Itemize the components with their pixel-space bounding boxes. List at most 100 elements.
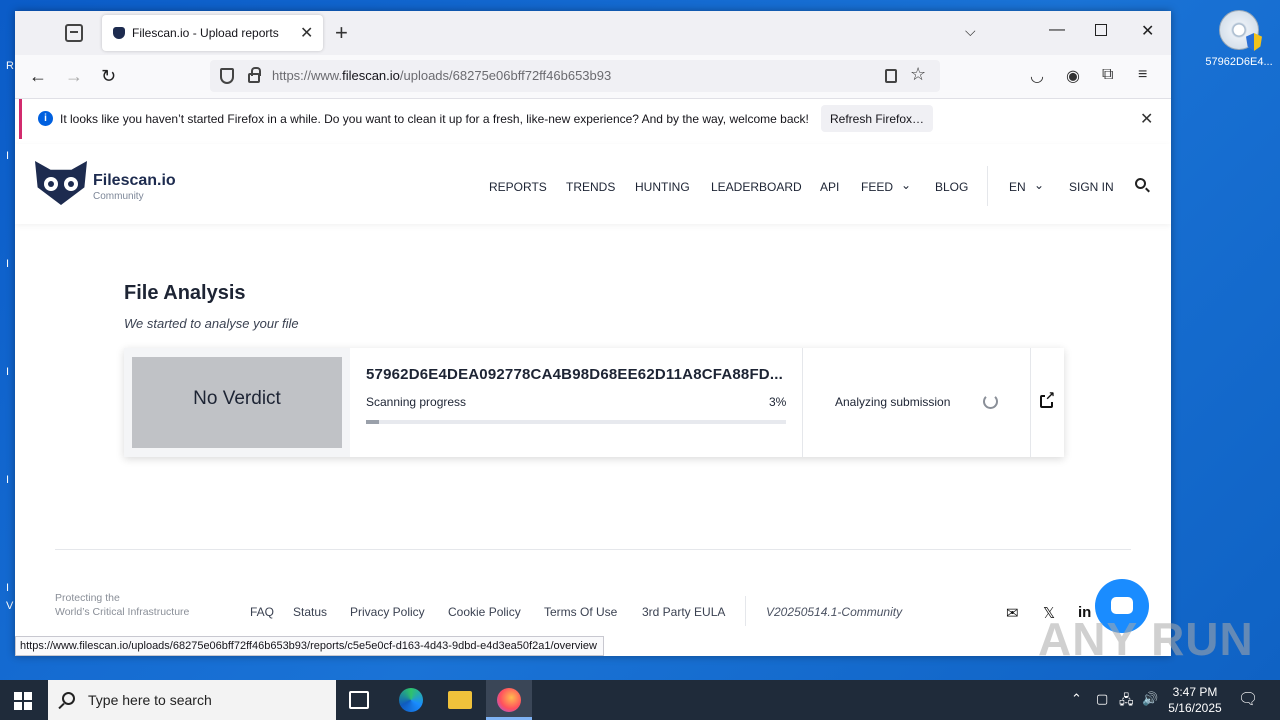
footer-link-status[interactable]: Status: [293, 605, 327, 619]
analysis-card[interactable]: No Verdict 57962D6E4DEA092778CA4B98D68EE…: [124, 348, 1064, 457]
status-text: Analyzing submission: [835, 395, 951, 409]
navigation-bar: ← → ↻ https://www.filescan.io/uploads/68…: [15, 55, 1171, 99]
nav-leaderboard[interactable]: LEADERBOARD: [711, 180, 802, 194]
url-text[interactable]: https://www.filescan.io/uploads/68275e06…: [272, 68, 611, 83]
clock-time: 3:47 PM: [1172, 685, 1218, 699]
clock-date: 5/16/2025: [1168, 701, 1222, 715]
tab-bar: Filescan.io - Upload reports ✕ + ⌵ — ✕: [15, 11, 1171, 55]
progress-bar: [366, 420, 786, 424]
owl-logo-icon[interactable]: [35, 161, 87, 205]
menu-icon[interactable]: ≡: [1138, 66, 1147, 84]
brand-subtitle: Community: [93, 191, 144, 202]
uac-shield-icon: [1246, 33, 1262, 51]
filescan-favicon-icon: [113, 27, 125, 39]
anyrun-watermark: ANY RUN: [1038, 613, 1254, 665]
footer-link-privacy[interactable]: Privacy Policy: [350, 605, 425, 619]
open-external-icon[interactable]: [1040, 390, 1056, 408]
url-bar[interactable]: https://www.filescan.io/uploads/68275e06…: [210, 60, 940, 92]
reader-view-icon[interactable]: [885, 69, 897, 83]
desktop-file-icon[interactable]: 57962D6E4...: [1204, 10, 1274, 68]
taskbar: Type here to search ⌃ ▢ 🖧 🔊 3:47 PM 5/16…: [0, 680, 1280, 720]
back-icon[interactable]: ←: [29, 66, 47, 87]
extensions-icon[interactable]: ⧉: [1102, 66, 1113, 84]
nav-hunting[interactable]: HUNTING: [635, 180, 690, 194]
notifications-icon[interactable]: 🗨: [1238, 689, 1258, 709]
chevron-down-icon[interactable]: ⌵: [965, 23, 976, 40]
tab-title: Filescan.io - Upload reports: [132, 26, 279, 40]
footer-tagline-line: World’s Critical Infrastructure: [55, 606, 190, 618]
nav-feed[interactable]: FEED: [861, 180, 893, 194]
page-title: File Analysis: [124, 282, 246, 304]
tab-close-icon[interactable]: ✕: [300, 23, 313, 43]
chevron-down-icon[interactable]: ⌄: [1034, 178, 1044, 192]
file-hash[interactable]: 57962D6E4DEA092778CA4B98D68EE62D11A8CFA8…: [366, 366, 783, 383]
footer-link-faq[interactable]: FAQ: [250, 605, 274, 619]
browser-window: Filescan.io - Upload reports ✕ + ⌵ — ✕ ←…: [15, 11, 1171, 656]
nav-trends[interactable]: TRENDS: [566, 180, 615, 194]
footer-tagline-line: Protecting the: [55, 592, 120, 604]
desktop-edge-letter: I: [6, 150, 10, 162]
refresh-firefox-button[interactable]: Refresh Firefox…: [821, 105, 933, 132]
minimize-icon[interactable]: —: [1049, 21, 1065, 39]
show-hidden-icons-icon[interactable]: ⌃: [1071, 691, 1082, 707]
footer-link-terms[interactable]: Terms Of Use: [544, 605, 617, 619]
firefox-taskbar-button[interactable]: [486, 680, 532, 720]
maximize-icon[interactable]: [1095, 24, 1107, 36]
info-icon: i: [38, 111, 53, 126]
edge-browser-icon[interactable]: [399, 688, 423, 712]
windows-start-icon[interactable]: [14, 692, 32, 710]
footer-tagline: Protecting the World’s Critical Infrastr…: [55, 591, 189, 619]
page-subtitle: We started to analyse your file: [124, 316, 299, 331]
taskbar-search[interactable]: Type here to search: [48, 680, 336, 720]
progress-percent: 3%: [769, 395, 787, 409]
close-window-icon[interactable]: ✕: [1141, 21, 1154, 41]
owl-eye: [64, 177, 78, 191]
link-status-bar: https://www.filescan.io/uploads/68275e06…: [15, 636, 604, 656]
volume-icon[interactable]: 🔊: [1142, 691, 1158, 707]
pocket-icon[interactable]: ◡: [1030, 66, 1044, 86]
language-select[interactable]: EN: [1009, 180, 1026, 194]
card-divider: [802, 348, 803, 457]
nav-reports[interactable]: REPORTS: [489, 180, 547, 194]
loading-spinner-icon: [983, 394, 998, 409]
footer-link-cookie[interactable]: Cookie Policy: [448, 605, 521, 619]
account-icon[interactable]: ◉: [1066, 66, 1080, 86]
nav-api[interactable]: API: [820, 180, 839, 194]
progress-bar-fill: [366, 420, 379, 424]
brand-name[interactable]: Filescan.io: [93, 172, 176, 190]
nav-blog[interactable]: BLOG: [935, 180, 968, 194]
desktop-edge-letter: I: [6, 366, 10, 378]
forward-icon[interactable]: →: [65, 66, 83, 87]
meet-now-icon[interactable]: ▢: [1096, 691, 1108, 707]
owl-eye: [44, 177, 58, 191]
taskbar-search-placeholder: Type here to search: [88, 692, 212, 708]
footer-separator: [745, 596, 746, 626]
desktop-edge-letter: I: [6, 582, 10, 594]
tab-list-icon[interactable]: [65, 24, 83, 42]
footer-link-eula[interactable]: 3rd Party EULA: [642, 605, 725, 619]
nav-sign-in[interactable]: SIGN IN: [1069, 180, 1114, 194]
email-icon[interactable]: ✉: [1006, 604, 1019, 622]
card-divider: [1030, 348, 1031, 457]
installer-disc-icon: [1219, 10, 1262, 51]
search-icon: [62, 692, 75, 705]
task-view-icon[interactable]: [349, 691, 369, 709]
reload-icon[interactable]: ↻: [101, 66, 116, 87]
notification-message: It looks like you haven’t started Firefo…: [60, 112, 809, 126]
tab-filescan[interactable]: Filescan.io - Upload reports ✕: [102, 15, 323, 51]
tracking-protection-icon[interactable]: [220, 68, 234, 84]
search-icon[interactable]: [1135, 178, 1146, 189]
verdict-text: No Verdict: [193, 388, 281, 409]
web-page: Filescan.io Community REPORTS TRENDS HUN…: [15, 144, 1171, 656]
bookmark-star-icon[interactable]: ☆: [910, 64, 926, 85]
new-tab-icon[interactable]: +: [335, 20, 348, 46]
clock[interactable]: 3:47 PM 5/16/2025: [1162, 684, 1228, 716]
chevron-down-icon[interactable]: ⌄: [901, 178, 911, 192]
desktop-edge-letter: V: [6, 600, 14, 612]
lock-icon[interactable]: [248, 67, 261, 83]
verdict-badge: No Verdict: [132, 357, 342, 448]
file-explorer-icon[interactable]: [448, 691, 472, 709]
close-icon[interactable]: ✕: [1140, 109, 1153, 129]
network-icon[interactable]: 🖧: [1119, 691, 1134, 713]
footer-divider: [55, 549, 1131, 550]
